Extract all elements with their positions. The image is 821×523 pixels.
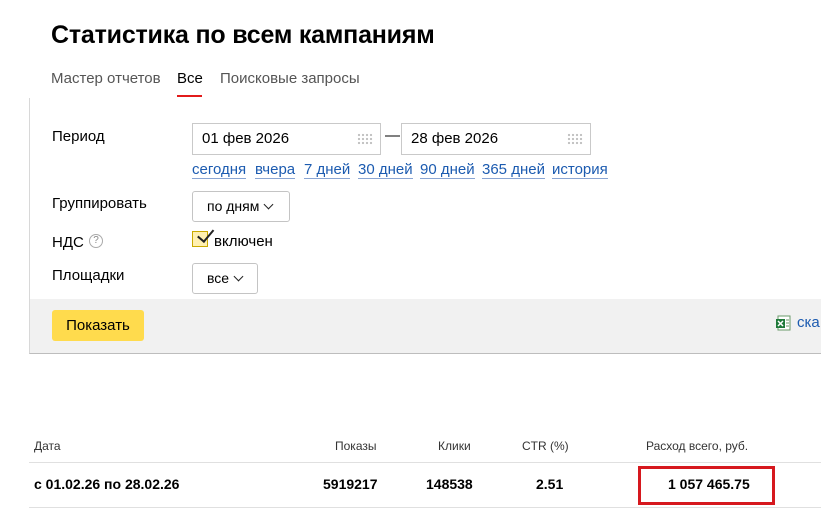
- column-header-spend[interactable]: Расход всего, руб.: [646, 439, 748, 453]
- calendar-icon[interactable]: [567, 133, 583, 145]
- period-link-90-days[interactable]: 90 дней: [420, 161, 475, 179]
- help-icon[interactable]: ?: [89, 234, 103, 248]
- date-separator: —: [385, 127, 400, 144]
- highlight-box: [638, 466, 775, 505]
- column-header-ctr[interactable]: CTR (%): [522, 439, 569, 453]
- period-link-history[interactable]: история: [552, 161, 608, 179]
- period-label: Период: [52, 128, 105, 145]
- column-header-clicks[interactable]: Клики: [438, 439, 471, 453]
- vat-checkbox-label[interactable]: включен: [214, 233, 273, 250]
- group-by-select[interactable]: по дням: [192, 191, 290, 222]
- column-header-impressions[interactable]: Показы: [335, 439, 376, 453]
- filter-panel-footer: [29, 299, 821, 354]
- period-link-365-days[interactable]: 365 дней: [482, 161, 545, 179]
- platforms-value: все: [207, 270, 230, 286]
- cell-impressions: 5919217: [323, 476, 378, 492]
- download-label[interactable]: ска: [797, 314, 820, 331]
- active-tab-underline: [177, 95, 202, 97]
- chevron-down-icon: [233, 271, 244, 282]
- page-title: Статистика по всем кампаниям: [51, 21, 435, 49]
- column-header-date[interactable]: Дата: [34, 439, 61, 453]
- platforms-select[interactable]: все: [192, 263, 258, 294]
- period-link-30-days[interactable]: 30 дней: [358, 161, 413, 179]
- group-by-value: по дням: [207, 198, 260, 214]
- vat-label: НДС: [52, 234, 84, 251]
- chevron-down-icon: [263, 199, 274, 210]
- tab-all[interactable]: Все: [177, 70, 203, 87]
- tab-report-master[interactable]: Мастер отчетов: [51, 70, 161, 87]
- cell-clicks: 148538: [426, 476, 473, 492]
- platforms-label: Площадки: [52, 267, 125, 284]
- date-to-value: 28 фев 2026: [411, 130, 499, 147]
- period-link-7-days[interactable]: 7 дней: [304, 161, 351, 179]
- group-label: Группировать: [52, 195, 147, 212]
- date-from-field[interactable]: 01 фев 2026: [192, 123, 381, 155]
- cell-date-range: с 01.02.26 по 28.02.26: [34, 476, 180, 492]
- tab-search-queries[interactable]: Поисковые запросы: [220, 70, 360, 87]
- date-to-field[interactable]: 28 фев 2026: [401, 123, 591, 155]
- date-from-value: 01 фев 2026: [202, 130, 290, 147]
- table-row-divider: [29, 507, 821, 508]
- period-link-yesterday[interactable]: вчера: [255, 161, 296, 179]
- table-header-divider: [29, 462, 821, 463]
- cell-ctr: 2.51: [536, 476, 564, 492]
- excel-icon: [776, 315, 791, 331]
- period-link-today[interactable]: сегодня: [192, 161, 247, 179]
- show-button[interactable]: Показать: [52, 310, 144, 341]
- calendar-icon[interactable]: [357, 133, 373, 145]
